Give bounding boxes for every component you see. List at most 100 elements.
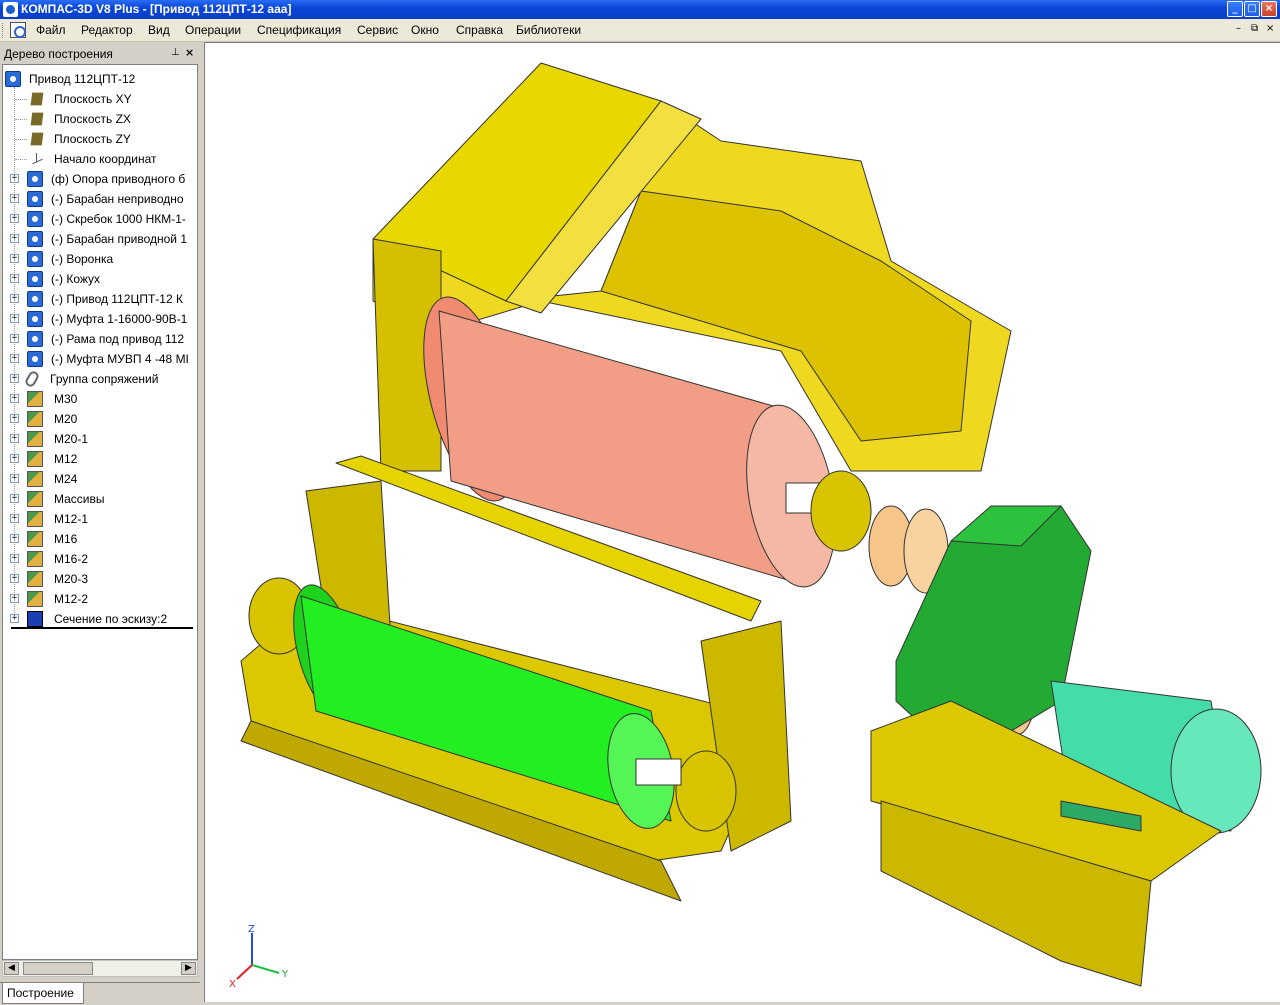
tree-item-label: (-) Барабан приводной 1	[51, 232, 187, 246]
tree-item-label: М20-3	[54, 572, 89, 586]
mate-icon	[23, 369, 41, 389]
bearing-upper	[810, 470, 872, 552]
menu-view[interactable]: Вид	[148, 23, 170, 37]
tree-item[interactable]: + М24	[3, 470, 197, 488]
tree-item[interactable]: Плоскость ZY	[3, 130, 197, 148]
tree-item[interactable]: + М12	[3, 450, 197, 468]
tree-item-label: М16	[54, 532, 78, 546]
tree-item[interactable]: + (-) Барабан приводной 1	[3, 230, 197, 248]
tree-item[interactable]: + (-) Воронка	[3, 250, 197, 268]
tree-item[interactable]: + (-) Кожух	[3, 270, 197, 288]
assembly-icon	[5, 71, 21, 87]
menu-help[interactable]: Справка	[456, 23, 503, 37]
tree-item[interactable]: + М12-2	[3, 590, 197, 608]
tree-item-label: М12-2	[54, 592, 89, 606]
window-title: КОМПАС-3D V8 Plus - [Привод 112ЦПТ-12 аа…	[21, 2, 292, 16]
section-icon	[27, 611, 43, 627]
document-icon[interactable]	[10, 22, 26, 38]
tree-item[interactable]: + Группа сопряжений	[3, 369, 197, 389]
tree-item[interactable]: Плоскость ZX	[3, 110, 197, 128]
tree-item-label: Плоскость ZY	[54, 132, 131, 146]
panel-close-icon[interactable]: ×	[185, 46, 194, 59]
menu-editor[interactable]: Редактор	[81, 23, 133, 37]
scroll-right-icon[interactable]: ▶	[181, 962, 196, 975]
mdi-minimize-icon[interactable]: –	[1236, 23, 1241, 34]
tree-item-label: (-) Барабан неприводно	[51, 192, 184, 206]
tree-item[interactable]: + М20	[3, 410, 197, 428]
tree-item[interactable]: + (-) Муфта МУВП 4 -48 МІ	[3, 350, 197, 368]
menu-window[interactable]: Окно	[411, 23, 439, 37]
array-icon	[27, 571, 43, 587]
array-icon	[27, 471, 43, 487]
tree-panel-caption: Дерево построения	[4, 47, 113, 61]
tree-item[interactable]: + М16	[3, 530, 197, 548]
tree-item[interactable]: + М20-1	[3, 430, 197, 448]
selection-underline	[11, 627, 193, 629]
bearing-lower-right	[675, 750, 737, 832]
menu-service[interactable]: Сервис	[357, 23, 398, 37]
tree-item[interactable]: + (-) Рама под привод 112	[3, 330, 197, 348]
tree-guide-line	[14, 87, 15, 617]
tree-item[interactable]: + Массивы	[3, 490, 197, 508]
scroll-thumb[interactable]	[23, 962, 93, 975]
part-icon	[27, 311, 43, 327]
tree-item[interactable]: Плоскость XY	[3, 90, 197, 108]
array-icon	[27, 491, 43, 507]
array-icon	[27, 451, 43, 467]
tree-item[interactable]: + М30	[3, 390, 197, 408]
menu-operations[interactable]: Операции	[185, 23, 241, 37]
tree-item-label: (-) Скребок 1000 НКМ-1-	[51, 212, 186, 226]
tree-horizontal-scrollbar[interactable]: ◀ ▶	[2, 960, 198, 977]
maximize-button[interactable]: □	[1244, 1, 1260, 17]
part-icon	[27, 331, 43, 347]
model-tree[interactable]: Привод 112ЦПТ-12 Плоскость XY Плоскость Z…	[2, 64, 198, 960]
tree-item[interactable]: + (-) Привод 112ЦПТ-12 К	[3, 290, 197, 308]
mdi-restore-icon[interactable]: ⧉	[1251, 23, 1258, 34]
part-icon	[27, 171, 43, 187]
3d-viewport[interactable]: Z Y X	[204, 42, 1280, 1002]
tree-item-label: М30	[54, 392, 78, 406]
panel-tab-bar: Построение	[0, 982, 200, 1005]
kompas-app-icon[interactable]	[3, 2, 18, 17]
minimize-button[interactable]: _	[1227, 1, 1243, 17]
mdi-close-icon[interactable]: ×	[1266, 23, 1274, 34]
y-axis-label: Y	[281, 969, 289, 980]
tree-item[interactable]: + (ф) Опора приводного б	[3, 170, 197, 188]
tree-item[interactable]: + М12-1	[3, 510, 197, 528]
tab-build[interactable]: Построение	[2, 983, 84, 1004]
title-bar: КОМПАС-3D V8 Plus - [Привод 112ЦПТ-12 аа…	[0, 0, 1280, 19]
tree-item-label: М12	[54, 452, 78, 466]
tree-item[interactable]: + М20-3	[3, 570, 197, 588]
menu-libraries[interactable]: Библиотеки	[516, 23, 581, 37]
tree-item[interactable]: + М16-2	[3, 550, 197, 568]
tree-item[interactable]: + (-) Скребок 1000 НКМ-1-	[3, 210, 197, 228]
tree-item[interactable]: + (-) Муфта 1-16000-90В-1	[3, 310, 197, 328]
tree-root[interactable]: Привод 112ЦПТ-12	[5, 70, 195, 88]
part-icon	[27, 351, 43, 367]
array-icon	[27, 531, 43, 547]
tree-item[interactable]: + Сечение по эскизу:2	[3, 610, 197, 629]
menu-file[interactable]: Файл	[36, 23, 66, 37]
tree-item-label: М20	[54, 412, 78, 426]
tree-item-label: (-) Муфта 1-16000-90В-1	[51, 312, 188, 326]
tree-guide-line	[15, 99, 27, 100]
part-icon	[27, 191, 43, 207]
tree-item-label: (-) Воронка	[51, 252, 114, 266]
assembly-model[interactable]	[205, 43, 1280, 1002]
part-icon	[27, 291, 43, 307]
array-icon	[27, 391, 43, 407]
tree-guide-line	[15, 139, 27, 140]
close-button[interactable]: ×	[1261, 1, 1277, 17]
tree-item-label: Начало координат	[54, 152, 157, 166]
tree-item-label: Массивы	[54, 492, 105, 506]
menu-specification[interactable]: Спецификация	[257, 23, 341, 37]
menu-grip[interactable]	[2, 23, 5, 38]
scroll-left-icon[interactable]: ◀	[4, 962, 19, 975]
tree-root-label: Привод 112ЦПТ-12	[29, 72, 136, 86]
plane-icon	[30, 92, 44, 106]
tree-item-label: (-) Рама под привод 112	[51, 332, 185, 346]
tree-item-label: М12-1	[54, 512, 89, 526]
tree-item[interactable]: Начало координат	[3, 150, 197, 168]
pin-icon[interactable]: ⊥	[171, 47, 180, 58]
tree-item[interactable]: + (-) Барабан неприводно	[3, 190, 197, 208]
